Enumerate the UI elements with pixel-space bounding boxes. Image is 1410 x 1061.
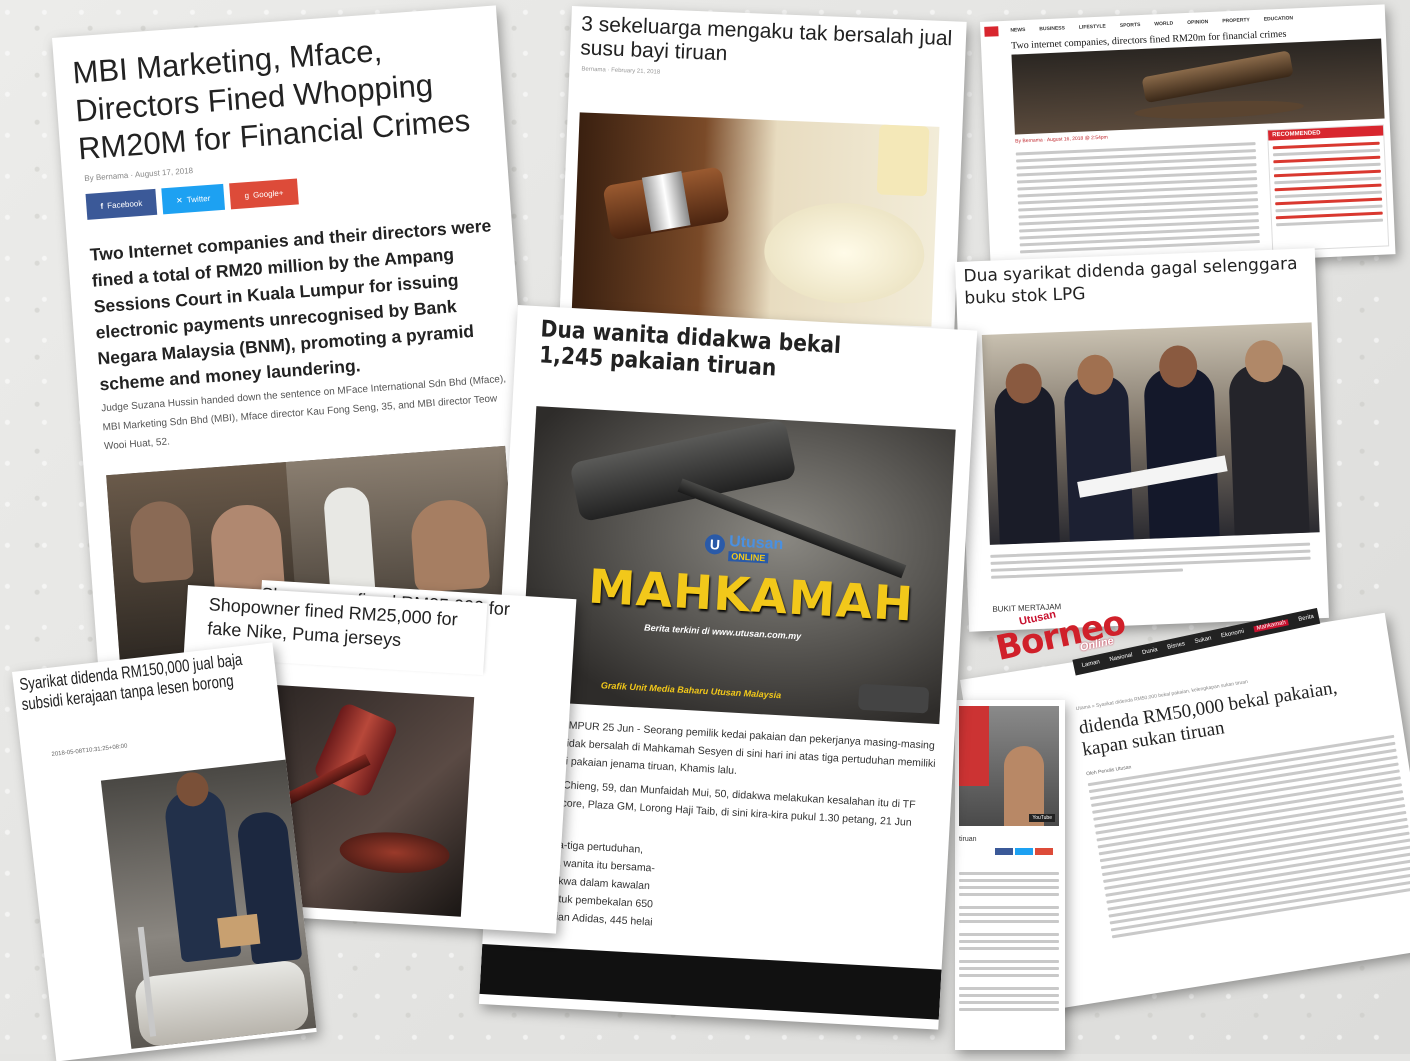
date: 2018-05-08T10:31:25+08:00 (51, 743, 128, 759)
nav-mahkamah[interactable]: Mahkamah (1253, 619, 1290, 633)
share-buttons: f Facebook ✕ Twitter g Google+ (85, 178, 299, 220)
nav-ekonomi[interactable]: Ekonomi (1221, 629, 1245, 640)
youtube-icon[interactable]: YouTube (1029, 814, 1055, 822)
recommended-sidebar: RECOMMENDED (1266, 124, 1390, 252)
nav-property[interactable]: PROPERTY (1222, 17, 1250, 24)
caption: tiruan (959, 836, 977, 843)
article-lines (1015, 138, 1261, 257)
nav-business[interactable]: BUSINESS (1039, 25, 1065, 32)
video-thumbnail: YouTube (959, 706, 1059, 826)
brand-bottom: ONLINE (728, 551, 769, 564)
twitter-icon: ✕ (175, 195, 184, 205)
nav-sukan[interactable]: Sukan (1194, 636, 1212, 645)
byline: Bernama · February 21, 2018 (581, 66, 661, 76)
officers-photo (100, 759, 317, 1049)
person-1 (993, 382, 1060, 545)
nav-berita[interactable]: Berita (1298, 614, 1315, 623)
person-2 (1063, 374, 1134, 542)
google-share-button[interactable]: g Google+ (229, 178, 299, 210)
nav-news[interactable]: NEWS (1010, 27, 1025, 34)
facebook-icon[interactable] (995, 848, 1013, 855)
gavel-handle (677, 478, 907, 579)
nav-world[interactable]: WORLD (1154, 21, 1173, 28)
google-label: Google+ (252, 187, 284, 200)
facebook-label: Facebook (106, 198, 143, 210)
banner-title: MAHKAMAH (586, 559, 916, 633)
nav-nasional[interactable]: Nasional (1109, 652, 1133, 663)
clipping-nst: NEWS BUSINESS LIFESTYLE SPORTS WORLD OPI… (980, 4, 1396, 272)
mahkamah-banner: U Utusan ONLINE MAHKAMAH Berita terkini … (519, 406, 956, 725)
clipping-mbi-marketing: MBI Marketing, Mface, Directors Fined Wh… (52, 5, 543, 677)
clipping-baja-subsidi: Syarikat didenda RM150,000 jual baja sub… (12, 642, 317, 1061)
clipping-video: YouTube tiruan (955, 700, 1065, 1050)
nav-bisnes[interactable]: Bisnes (1167, 641, 1186, 651)
gavel-photo (1011, 38, 1385, 135)
banner-credit: Grafik Unit Media Baharu Utusan Malaysia (600, 680, 782, 701)
nav-sports[interactable]: SPORTS (1120, 22, 1141, 29)
twitter-icon[interactable] (1015, 848, 1033, 855)
google-icon[interactable] (1035, 848, 1053, 855)
nav-education[interactable]: EDUCATION (1264, 15, 1294, 22)
lawyers-photo (981, 322, 1320, 545)
twitter-label: Twitter (186, 193, 211, 205)
person-3 (1143, 366, 1220, 539)
sound-block (338, 829, 451, 876)
gavel-milk-photo (571, 112, 940, 327)
milk-bottle (876, 124, 930, 197)
byline: By Bernama · August 17, 2018 (84, 166, 194, 183)
box (217, 913, 261, 949)
banner-subtitle: Berita terkini di www.utusan.com.my (643, 622, 802, 642)
nav-opinion[interactable]: OPINION (1187, 19, 1208, 26)
fertiliser-sacks (133, 958, 311, 1048)
facebook-share-button[interactable]: f Facebook (85, 188, 158, 220)
youtube-label: YouTube (1032, 815, 1052, 821)
clipping-susu-bayi: 3 sekeluarga mengaku tak bersalah jual s… (559, 6, 967, 332)
nav-lifestyle[interactable]: LIFESTYLE (1079, 24, 1106, 31)
text-lines (959, 868, 1059, 1015)
milk-bowl (762, 199, 927, 307)
utusan-logo-icon: U (704, 533, 726, 555)
article-area: Utama » Syarikat didenda RM50,000 bekal … (1076, 658, 1410, 943)
headline: Dua wanita didakwa bekal 1,245 pakaian t… (538, 316, 842, 382)
share-icons (995, 848, 1053, 855)
nst-logo-icon (984, 26, 999, 37)
headline: Dua syarikat didenda gagal selenggara bu… (963, 253, 1298, 309)
nav-laman[interactable]: Laman (1081, 659, 1100, 669)
person-4 (1228, 362, 1310, 536)
gavel (1141, 50, 1294, 104)
headline: MBI Marketing, Mface, Directors Fined Wh… (71, 32, 472, 167)
twitter-share-button[interactable]: ✕ Twitter (161, 183, 226, 215)
article-body: KUALA LUMPUR 25 Jun - Seorang pemilik ke… (507, 714, 938, 947)
google-icon: g (244, 190, 250, 200)
facebook-icon: f (100, 201, 104, 211)
nav-dunia[interactable]: Dunia (1142, 647, 1159, 656)
gavel-head (569, 418, 797, 523)
lead-paragraph: Two Internet companies and their directo… (89, 215, 492, 395)
byline: By Bernama · August 16, 2018 @ 2:54pm (1015, 134, 1108, 145)
headline: 3 sekeluarga mengaku tak bersalah jual s… (579, 12, 953, 66)
